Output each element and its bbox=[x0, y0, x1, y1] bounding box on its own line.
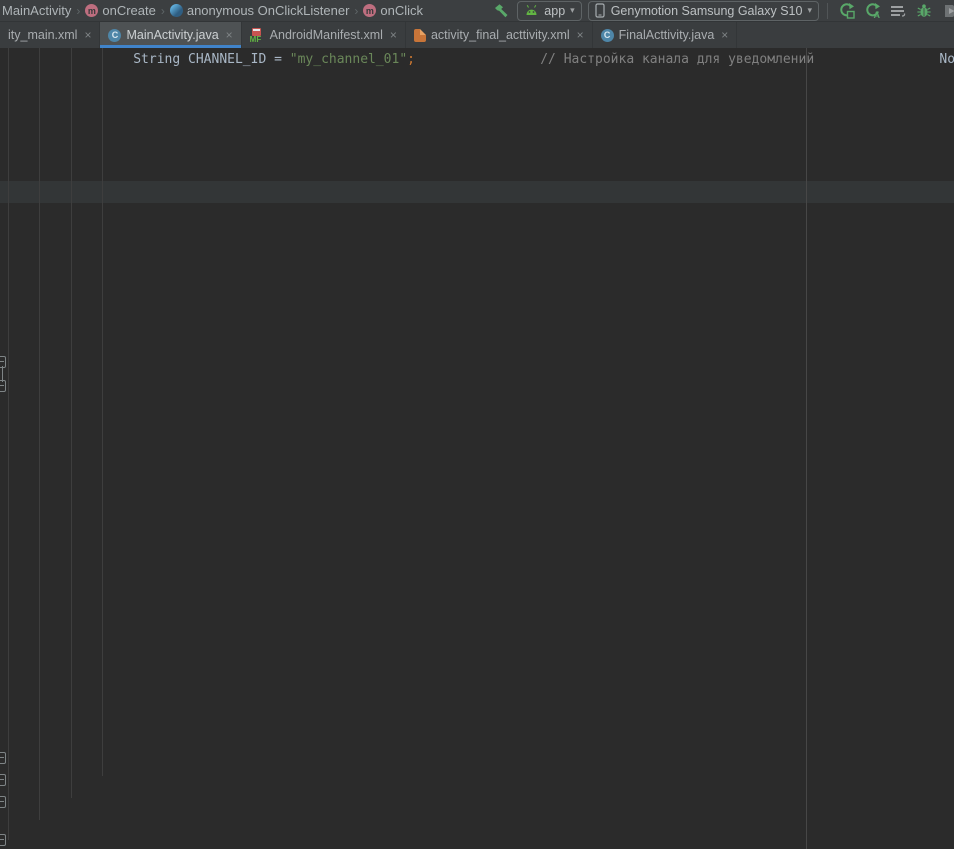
indent-guide bbox=[102, 48, 103, 776]
fold-marker-icon[interactable] bbox=[0, 796, 6, 808]
tab-label: activity_final_acttivity.xml bbox=[431, 28, 570, 42]
run-config-selector[interactable]: app ▾ bbox=[517, 1, 581, 21]
build-hammer-icon[interactable] bbox=[491, 2, 511, 20]
code-token: NotificationChannel mChannel = bbox=[814, 52, 954, 67]
run-config-label: app bbox=[544, 4, 565, 18]
navigation-toolbar: MainActivity›monCreate›anonymous OnClick… bbox=[0, 0, 954, 22]
phone-icon bbox=[595, 2, 606, 20]
breadcrumb-item[interactable]: MainActivity bbox=[2, 3, 71, 18]
method-icon: m bbox=[363, 4, 376, 17]
android-icon bbox=[524, 2, 539, 20]
tab-close-icon[interactable]: × bbox=[84, 28, 91, 42]
toolbar-separator bbox=[827, 3, 828, 19]
indent-guide bbox=[71, 48, 72, 798]
indent-guide bbox=[8, 48, 9, 840]
anonymous-class-icon bbox=[170, 4, 183, 17]
class-file-icon: C bbox=[601, 29, 614, 42]
editor-tab[interactable]: C FinalActtivity.java × bbox=[593, 22, 738, 48]
code-token: // Настройка канала для уведомлений bbox=[415, 52, 814, 67]
indent-guide bbox=[39, 48, 40, 820]
debug-bug-icon[interactable] bbox=[914, 2, 934, 20]
breadcrumb-item[interactable]: anonymous OnClickListener bbox=[170, 3, 350, 18]
fold-marker-icon[interactable] bbox=[0, 752, 6, 764]
tab-close-icon[interactable]: × bbox=[721, 28, 728, 42]
code-line: String CHANNEL_ID = "my_channel_01"; bbox=[8, 52, 415, 67]
fold-marker-icon[interactable] bbox=[0, 774, 6, 786]
code-token: ; bbox=[407, 52, 415, 67]
device-selector[interactable]: Genymotion Samsung Galaxy S10 ▾ bbox=[588, 1, 819, 21]
class-file-icon: C bbox=[108, 29, 121, 42]
breadcrumb-label: onCreate bbox=[102, 3, 155, 18]
attach-debugger-icon[interactable] bbox=[940, 2, 954, 20]
: MF bbox=[250, 35, 262, 44]
code-area: String CHANNEL_ID = "my_channel_01"; // … bbox=[0, 49, 954, 71]
right-margin-guide bbox=[806, 48, 807, 849]
chevron-down-icon: ▾ bbox=[807, 5, 812, 16]
breadcrumb-label: onClick bbox=[380, 3, 423, 18]
tab-close-icon[interactable]: × bbox=[226, 28, 233, 42]
tab-close-icon[interactable]: × bbox=[577, 28, 584, 42]
code-line: // Настройка канала для уведомлений bbox=[415, 52, 814, 67]
fold-marker-icon[interactable] bbox=[0, 356, 6, 368]
fold-marker-icon[interactable] bbox=[0, 380, 6, 392]
breadcrumb-label: MainActivity bbox=[2, 3, 71, 18]
editor-tab[interactable]: ity_main.xml × bbox=[0, 22, 100, 48]
breadcrumb: MainActivity›monCreate›anonymous OnClick… bbox=[2, 0, 423, 21]
method-icon: m bbox=[85, 4, 98, 17]
run-toolbar: app ▾ Genymotion Samsung Galaxy S10 ▾ A bbox=[491, 1, 954, 21]
tab-label: ity_main.xml bbox=[8, 28, 77, 42]
apply-code-changes-icon[interactable]: A bbox=[862, 2, 882, 20]
profiler-icon[interactable] bbox=[888, 2, 908, 20]
editor-tab[interactable]: MF AndroidManifest.xml × bbox=[242, 22, 406, 48]
breadcrumb-item[interactable]: m onCreate bbox=[85, 3, 155, 18]
tab-label: MainActivity.java bbox=[126, 28, 218, 42]
xml-file-icon bbox=[414, 29, 426, 42]
editor-tabs: ity_main.xml × C MainActivity.java × MF Androi… bbox=[0, 22, 954, 48]
tab-close-icon[interactable]: × bbox=[390, 28, 397, 42]
code-token: String CHANNEL_ID = bbox=[8, 52, 290, 67]
chevron-down-icon: ▾ bbox=[570, 5, 575, 16]
breadcrumb-item[interactable]: m onClick bbox=[363, 3, 423, 18]
svg-text:A: A bbox=[873, 10, 880, 19]
code-token: "my_channel_01" bbox=[290, 52, 407, 67]
breadcrumb-separator: › bbox=[349, 4, 363, 18]
fold-range-line bbox=[2, 366, 3, 382]
manifest-file-icon: MF bbox=[250, 28, 265, 43]
current-line-highlight bbox=[0, 181, 954, 203]
breadcrumb-separator: › bbox=[71, 4, 85, 18]
code-editor[interactable]: String CHANNEL_ID = "my_channel_01"; // … bbox=[0, 48, 954, 849]
breadcrumb-separator: › bbox=[156, 4, 170, 18]
editor-tab[interactable]: activity_final_acttivity.xml × bbox=[406, 22, 593, 48]
apply-changes-restart-icon[interactable] bbox=[836, 2, 856, 20]
android-studio-window: MainActivity›monCreate›anonymous OnClick… bbox=[0, 0, 954, 849]
tab-label: AndroidManifest.xml bbox=[270, 28, 383, 42]
tab-label: FinalActtivity.java bbox=[619, 28, 715, 42]
fold-marker-icon[interactable] bbox=[0, 834, 6, 846]
breadcrumb-label: anonymous OnClickListener bbox=[187, 3, 350, 18]
code-line: NotificationChannel mChannel = new Notif… bbox=[814, 52, 954, 67]
device-label: Genymotion Samsung Galaxy S10 bbox=[611, 4, 803, 18]
editor-tab[interactable]: C MainActivity.java × bbox=[100, 22, 241, 48]
